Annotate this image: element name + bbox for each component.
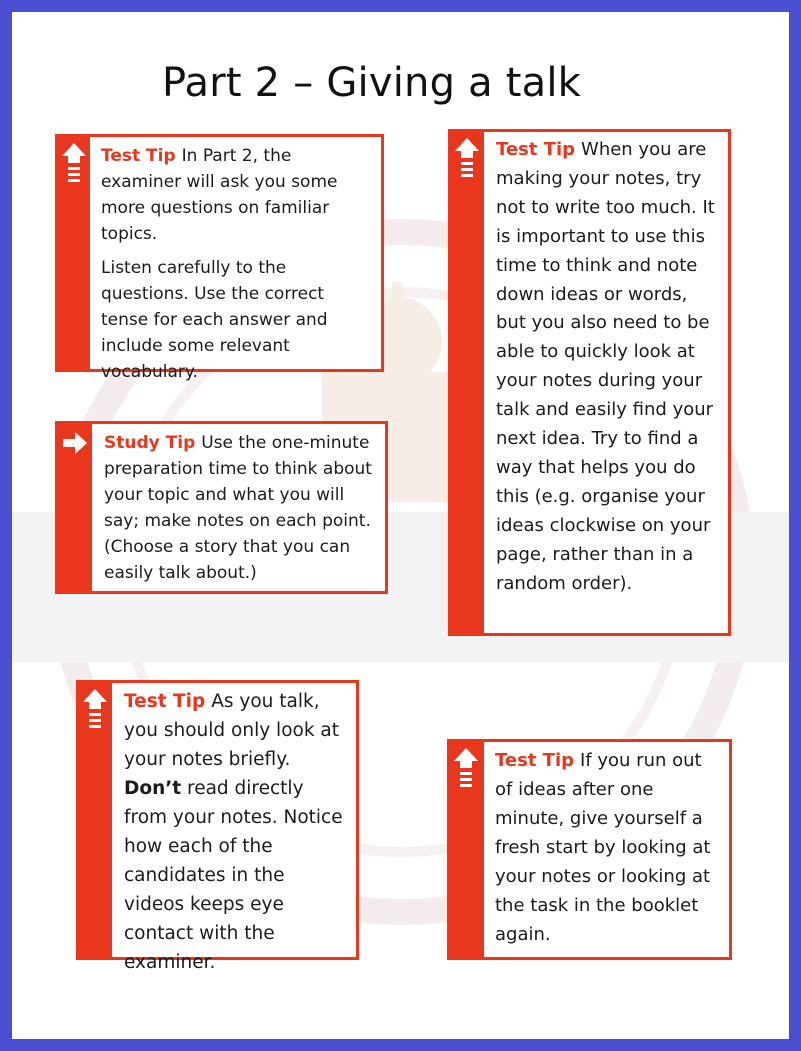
test-tip-box-4: Test Tip If you run out of ideas after on…: [447, 739, 732, 960]
tip-side-bar: [450, 742, 484, 957]
tip-heading: Test Tip: [124, 691, 206, 712]
tip-heading: Test Tip: [101, 146, 176, 166]
tip-heading: Test Tip: [495, 750, 575, 771]
tip-body: Test Tip When you are making your notes, …: [496, 136, 722, 599]
tip-body: Test Tip As you talk, you should only loo…: [124, 687, 350, 977]
tip-text: read directly from your notes. Notice ho…: [124, 778, 343, 973]
tip-body: Test Tip In Part 2, the examiner will ask…: [101, 143, 375, 385]
page: Part 2 – Giving a talk Test Tip In Part 2…: [12, 12, 789, 1039]
page-title: Part 2 – Giving a talk: [162, 60, 582, 106]
test-tip-box-2: Test Tip When you are making your notes, …: [448, 129, 731, 636]
tip-side-bar: [58, 424, 92, 591]
tip-side-bar: [79, 683, 112, 957]
up-arrow-icon: [455, 138, 479, 177]
up-arrow-icon: [83, 689, 107, 728]
tip-emphasis: Don’t: [124, 778, 182, 799]
tip-side-bar: [58, 137, 90, 369]
tip-body: Study Tip Use the one-minute preparation …: [104, 430, 379, 586]
up-arrow-icon: [62, 143, 86, 182]
tip-heading: Test Tip: [496, 139, 576, 160]
tip-body: Test Tip If you run out of ideas after on…: [495, 746, 723, 949]
tip-text: If you run out of ideas after one minute…: [495, 750, 711, 945]
tip-side-bar: [451, 132, 484, 633]
tip-heading: Study Tip: [104, 433, 196, 453]
right-arrow-icon: [63, 432, 87, 454]
test-tip-box-3: Test Tip As you talk, you should only loo…: [76, 680, 359, 973]
tip-text: When you are making your notes, try not …: [496, 139, 715, 594]
up-arrow-icon: [454, 748, 478, 787]
tip-text: Use the one-minute preparation time to t…: [104, 433, 372, 583]
test-tip-box-1: Test Tip In Part 2, the examiner will ask…: [55, 134, 384, 382]
tip-text: Listen carefully to the questions. Use t…: [101, 258, 328, 382]
study-tip-box: Study Tip Use the one-minute preparation …: [55, 421, 388, 594]
